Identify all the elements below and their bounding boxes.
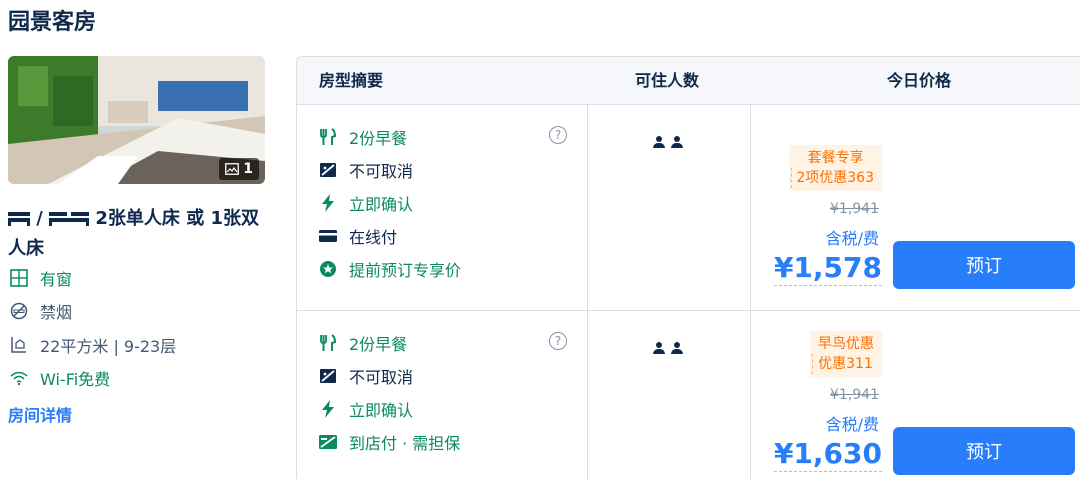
lightning-icon [319,400,337,418]
promo-subtitle: 优惠311 [812,354,874,374]
pay-at-hotel-icon [319,435,337,449]
feature-label: 立即确认 [349,401,414,420]
no-cancel-icon [319,163,337,177]
feature-early-booking: 提前预订专享价 [319,257,461,281]
no-cancel-icon [319,369,337,383]
wifi-icon [8,370,30,386]
person-icon [671,342,683,354]
feature-instant-confirm: 立即确认 [319,397,413,421]
bed-info: / 2张单人床 或 1张双人床 [8,204,270,264]
feature-label: 2份早餐 [349,335,408,354]
current-price: ¥1,630 [773,437,882,472]
original-price: ¥1,941 [830,387,879,403]
book-button[interactable]: 预订 [893,427,1075,475]
occupancy-icons [653,136,683,148]
promo-tag: 套餐专享 2项优惠363 [789,145,882,191]
facility-label: 22平方米 | 9-23层 [40,337,177,356]
facility-label: Wi-Fi免费 [40,370,111,389]
card-icon [319,230,337,242]
window-icon [8,269,30,287]
facility-label: 禁烟 [40,303,73,322]
book-button[interactable]: 预订 [893,241,1075,289]
promo-tag: 早鸟优惠 优惠311 [810,331,882,377]
feature-label: 不可取消 [349,368,414,387]
bed-separator: / [36,208,50,229]
column-divider [587,105,588,310]
single-bed-icon [8,212,30,226]
feature-label: 在线付 [349,228,398,247]
feature-no-cancel: 不可取消 [319,364,413,388]
help-icon[interactable]: ? [549,126,567,144]
feature-label: 2份早餐 [349,129,408,148]
column-divider [587,311,588,479]
column-divider [750,105,751,310]
facility-wifi: Wi-Fi免费 [8,366,110,390]
help-icon[interactable]: ? [549,332,567,350]
room-photo[interactable]: 1 [8,56,265,184]
facility-no-smoking: 禁烟 [8,299,72,323]
breakfast-icon [319,334,337,352]
feature-label: 提前预订专享价 [349,261,462,280]
column-divider [750,311,751,479]
room-details-link[interactable]: 房间详情 [8,402,72,426]
table-row: 2份早餐 ? 不可取消 立即确认 到店付 · 需担保 早鸟优惠 优惠311 ¥1… [297,311,1080,479]
breakfast-icon [319,128,337,146]
tax-note: 含税/费 [825,229,879,248]
promo-title: 早鸟优惠 [818,336,874,352]
feature-breakfast: 2份早餐 [319,331,407,355]
original-price: ¥1,941 [830,201,879,217]
facility-window: 有窗 [8,266,72,290]
facility-label: 有窗 [40,270,73,289]
photo-count: 1 [243,161,253,177]
photo-count-badge[interactable]: 1 [219,158,259,180]
promo-subtitle: 2项优惠363 [791,168,874,188]
person-icon [671,136,683,148]
feature-label: 立即确认 [349,195,414,214]
no-smoking-icon [8,302,30,320]
area-icon [8,336,30,354]
occupancy-icons [653,342,683,354]
feature-pay-online: 在线付 [319,224,397,248]
header-price: 今日价格 [887,71,952,90]
feature-label: 到店付 · 需担保 [349,434,461,453]
current-price: ¥1,578 [773,251,882,286]
feature-pay-at-hotel: 到店付 · 需担保 [319,430,460,454]
rate-table: 房型摘要 可住人数 今日价格 2份早餐 ? 不可取消 立即确认 在线付 提前预订… [296,56,1080,479]
feature-breakfast: 2份早餐 [319,125,407,149]
star-badge-icon [319,261,337,277]
image-icon [225,163,240,175]
facility-area: 22平方米 | 9-23层 [8,333,176,357]
header-summary: 房型摘要 [319,71,384,90]
person-icon [653,136,665,148]
header-occupancy: 可住人数 [635,71,700,90]
feature-label: 不可取消 [349,162,414,181]
table-row: 2份早餐 ? 不可取消 立即确认 在线付 提前预订专享价 套餐专享 2项优惠36… [297,105,1080,311]
person-icon [653,342,665,354]
promo-title: 套餐专享 [807,150,864,166]
table-header: 房型摘要 可住人数 今日价格 [297,57,1080,105]
room-title: 园景客房 [8,10,97,35]
feature-no-cancel: 不可取消 [319,158,413,182]
feature-instant-confirm: 立即确认 [319,191,413,215]
tax-note: 含税/费 [825,415,879,434]
double-bed-icon [49,212,90,226]
lightning-icon [319,194,337,212]
